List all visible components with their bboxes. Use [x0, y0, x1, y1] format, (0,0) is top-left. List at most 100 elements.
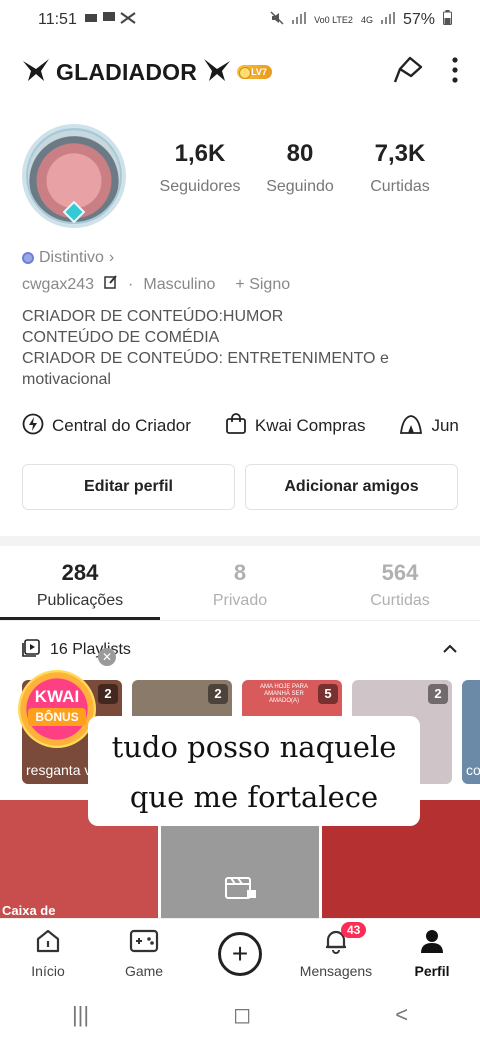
nav-label: Game [124, 963, 164, 979]
creator-center-link[interactable]: Central do Criador [22, 412, 191, 440]
stat-followers[interactable]: 1,6K Seguidores [150, 140, 250, 196]
distintivo-link[interactable]: Distintivo › [22, 249, 114, 267]
edit-profile-button[interactable]: Editar perfil [22, 464, 235, 510]
tab-publications[interactable]: 284 Publicações [0, 560, 160, 620]
video-caption: Caixa de [2, 903, 56, 918]
add-friends-button[interactable]: Adicionar amigos [245, 464, 458, 510]
playlist-video-count: 2 [428, 684, 448, 704]
username: cwgax243 [22, 275, 95, 293]
person-icon [419, 928, 445, 957]
stat-label: Seguidores [159, 178, 241, 195]
plus-icon: + [218, 931, 262, 976]
tabs-divider [0, 620, 480, 621]
home-icon [35, 928, 61, 957]
messages-badge: 43 [341, 922, 367, 938]
kwai-bonus-line2: BÔNUS [28, 708, 86, 726]
signal-icon [292, 11, 307, 29]
playlist-caption: co se [466, 762, 480, 778]
profile-action-buttons: Editar perfil Adicionar amigos [22, 464, 458, 510]
badge-icon [22, 252, 34, 264]
third-link[interactable]: Jun [399, 412, 459, 440]
edit-icon[interactable] [104, 275, 118, 294]
signal-icon-2 [380, 11, 395, 29]
back-button[interactable]: < [395, 1002, 408, 1028]
eagle-icon-right [203, 57, 231, 88]
drafts-icon [225, 872, 257, 907]
battery-level: 57% [402, 11, 435, 28]
status-bar: 11:51 Vo0 LTE2 4G 57% [0, 0, 480, 40]
overlay-caption-line: tudo posso naquele [111, 730, 397, 764]
tab-count: 8 [233, 560, 247, 585]
nav-label: Mensagens [299, 963, 373, 979]
battery-icon [443, 10, 452, 30]
playlist-video-count: 2 [98, 684, 118, 704]
lightning-icon [22, 413, 44, 440]
distintivo-label: Distintivo [39, 249, 104, 266]
tab-count: 564 [381, 560, 419, 585]
content-tabs: 284 Publicações 8 Privado 564 Curtidas [0, 560, 480, 620]
stat-following[interactable]: 80 Seguindo [250, 140, 350, 196]
stat-label: Curtidas [370, 178, 430, 195]
playlist-card[interactable]: co se [462, 680, 480, 784]
profile-stats: 1,6K Seguidores 80 Seguindo 7,3K Curtida… [150, 140, 450, 196]
kwai-bonus-badge[interactable]: KWAI BÔNUS [18, 670, 96, 748]
playlist-caption: AMA HOJE PARA AMANHÃ SER AMADO(A) [260, 684, 308, 704]
playlist-icon [22, 638, 40, 662]
shopping-bag-icon [225, 412, 247, 440]
tent-icon [399, 413, 423, 440]
kwai-shop-link[interactable]: Kwai Compras [225, 412, 366, 440]
nav-game[interactable]: Game [99, 928, 189, 979]
creator-link-label: Jun [431, 416, 459, 435]
stat-label: Seguindo [266, 178, 334, 195]
creator-link-label: Kwai Compras [254, 416, 366, 435]
bio-line: CONTEÚDO DE COMÉDIA [22, 329, 220, 346]
gamepad-icon [129, 928, 159, 957]
tab-label: Curtidas [370, 592, 430, 609]
nav-messages[interactable]: 43 Mensagens [291, 922, 381, 979]
separator-dot: · [128, 275, 134, 293]
status-time: 11:51 [38, 11, 77, 28]
mute-icon [270, 10, 284, 30]
network-label-2: 4G [360, 14, 373, 25]
profile-title: GLADIADOR [56, 58, 198, 85]
tab-count: 284 [61, 560, 99, 585]
profile-top-bar: GLADIADOR LV7 [22, 52, 458, 92]
playlist-count-label: 16 Playlists [50, 641, 131, 658]
kwai-bonus-line1: KWAI [34, 687, 80, 706]
close-bonus-icon[interactable]: ✕ [98, 648, 116, 666]
playlist-video-count: 2 [208, 684, 228, 704]
stat-likes[interactable]: 7,3K Curtidas [350, 140, 450, 196]
android-system-nav: ||| ◻ < [0, 988, 480, 1042]
chevron-up-icon[interactable] [442, 641, 458, 659]
home-button[interactable]: ◻ [233, 1002, 251, 1028]
creator-link-label: Central do Criador [52, 416, 191, 435]
profile-info-line: cwgax243 · Masculino + Signo [22, 275, 290, 294]
more-options-icon[interactable] [452, 56, 458, 88]
tab-likes[interactable]: 564 Curtidas [320, 560, 480, 620]
level-badge[interactable]: LV7 [237, 65, 272, 79]
nav-label: Perfil [414, 963, 450, 979]
eagle-icon [22, 57, 50, 88]
overlay-caption: tudo posso naquele que me fortalece [88, 716, 420, 826]
network-label-1: Vo0 LTE2 [314, 14, 353, 25]
playlist-header[interactable]: 16 Playlists [22, 638, 458, 662]
stat-value: 7,3K [374, 140, 426, 167]
nav-profile[interactable]: Perfil [387, 928, 477, 979]
gender[interactable]: Masculino [143, 276, 215, 294]
section-divider [0, 536, 480, 546]
tab-label: Publicações [36, 592, 124, 609]
sign-link[interactable]: + Signo [235, 276, 290, 294]
bio-line: CRIADOR DE CONTEÚDO:HUMOR [22, 308, 284, 325]
nav-label: Início [31, 963, 65, 979]
tab-private[interactable]: 8 Privado [160, 560, 320, 620]
tab-label: Privado [212, 592, 268, 609]
stat-value: 1,6K [174, 140, 226, 167]
nav-home[interactable]: Início [3, 928, 93, 979]
overlay-caption-line: que me fortalece [129, 780, 379, 814]
bottom-navigation: Início Game + 43 Mensagens Perfil [0, 918, 480, 988]
nav-create[interactable]: + [195, 931, 285, 976]
bio-line: motivacional [22, 371, 111, 388]
stat-value: 80 [286, 140, 314, 167]
recent-apps-button[interactable]: ||| [72, 1002, 89, 1028]
share-icon[interactable] [392, 55, 424, 90]
